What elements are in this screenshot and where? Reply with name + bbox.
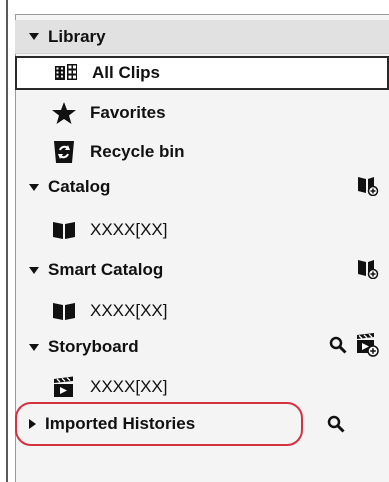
- recycle-bin-icon: [52, 140, 76, 164]
- search-icon[interactable]: [329, 336, 347, 359]
- expand-triangle-icon[interactable]: [29, 183, 39, 191]
- storyboard-item-label: XXXX[XX]: [90, 377, 168, 396]
- smart-catalog-item-label: XXXX[XX]: [90, 301, 168, 320]
- imported-histories-header[interactable]: Imported Histories: [15, 407, 389, 441]
- new-storyboard-icon[interactable]: [355, 332, 379, 362]
- search-icon[interactable]: [327, 415, 345, 438]
- catalog-header-label: Catalog: [48, 177, 111, 196]
- expand-triangle-icon[interactable]: [29, 266, 39, 274]
- recycle-bin-label: Recycle bin: [90, 142, 185, 161]
- all-clips-label: All Clips: [92, 63, 161, 82]
- library-header[interactable]: Library: [15, 20, 389, 54]
- catalog-header[interactable]: Catalog: [15, 170, 389, 204]
- favorites-item[interactable]: Favorites: [15, 96, 389, 130]
- expand-triangle-icon[interactable]: [29, 343, 39, 351]
- smart-catalog-list-item[interactable]: XXXX[XX]: [15, 294, 389, 328]
- frame-divider: [6, 0, 8, 482]
- new-smart-catalog-icon[interactable]: [357, 257, 379, 284]
- outer-frame: [0, 0, 10, 482]
- smart-catalog-header-label: Smart Catalog: [48, 260, 164, 279]
- catalog-item-label: XXXX[XX]: [90, 220, 168, 239]
- recycle-bin-item[interactable]: Recycle bin: [15, 135, 389, 169]
- storyboard-header-label: Storyboard: [48, 337, 139, 356]
- star-icon: [52, 101, 76, 125]
- storyboard-header[interactable]: Storyboard: [15, 330, 389, 364]
- new-catalog-icon[interactable]: [357, 174, 379, 201]
- favorites-label: Favorites: [90, 103, 166, 122]
- catalog-book-icon: [52, 299, 76, 323]
- collapse-triangle-icon[interactable]: [29, 419, 36, 429]
- storyboard-list-item[interactable]: XXXX[XX]: [15, 370, 389, 404]
- catalog-list-item[interactable]: XXXX[XX]: [15, 213, 389, 247]
- all-clips-icon: [54, 61, 78, 85]
- imported-histories-header-label: Imported Histories: [45, 414, 196, 433]
- smart-catalog-header[interactable]: Smart Catalog: [15, 253, 389, 287]
- catalog-book-icon: [52, 218, 76, 242]
- all-clips-item[interactable]: All Clips: [15, 56, 389, 90]
- expand-triangle-icon[interactable]: [29, 33, 39, 40]
- storyboard-clapper-icon: [52, 375, 76, 399]
- library-header-label: Library: [48, 26, 106, 46]
